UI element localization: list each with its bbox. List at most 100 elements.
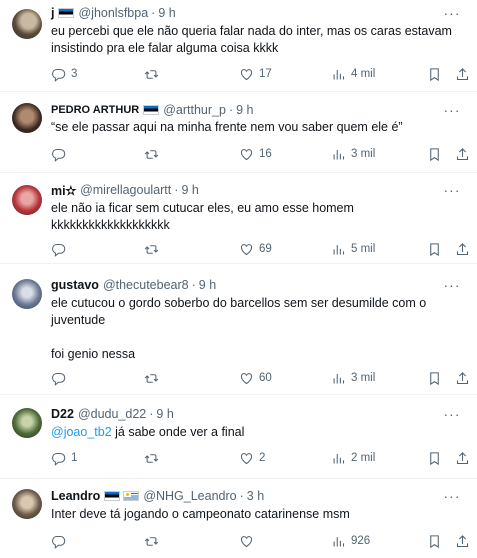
reply-icon xyxy=(51,147,66,162)
reply-button[interactable] xyxy=(51,533,66,549)
user-handle[interactable]: @thecutebear8 xyxy=(103,278,189,292)
display-name[interactable]: gustavo xyxy=(51,278,99,292)
like-count: 17 xyxy=(259,68,272,80)
bookmark-button[interactable] xyxy=(427,66,442,82)
share-button[interactable] xyxy=(455,66,470,82)
mention-link[interactable]: @joao_tb2 xyxy=(51,425,112,439)
timestamp[interactable]: 3 h xyxy=(247,489,264,503)
avatar[interactable] xyxy=(12,103,42,133)
tweet-text: Inter deve tá jogando o campeonato catar… xyxy=(51,507,350,521)
retweet-icon xyxy=(144,451,159,466)
like-button[interactable]: 16 xyxy=(239,146,272,162)
retweet-icon xyxy=(144,242,159,257)
reply-button[interactable] xyxy=(51,370,66,386)
bookmark-button[interactable] xyxy=(427,370,442,386)
user-handle[interactable]: @artthur_p xyxy=(163,103,226,117)
timestamp[interactable]: 9 h xyxy=(156,407,173,421)
display-name[interactable]: Leandro xyxy=(51,489,100,503)
tweet[interactable]: mi✫ @mirellagoulartt · 9 h ··· ele não i… xyxy=(0,173,477,264)
views-chart-icon xyxy=(331,147,346,162)
avatar[interactable] xyxy=(12,489,42,519)
share-button[interactable] xyxy=(455,146,470,162)
share-button[interactable] xyxy=(455,370,470,386)
reply-icon xyxy=(51,451,66,466)
avatar[interactable] xyxy=(12,279,42,309)
like-button[interactable] xyxy=(239,533,254,549)
display-name[interactable]: j xyxy=(51,6,54,20)
view-count: 4 mil xyxy=(351,68,376,80)
avatar[interactable] xyxy=(12,185,42,215)
more-options-icon[interactable]: ··· xyxy=(442,489,462,507)
tweet-header: D22 @dudu_d22 · 9 h xyxy=(51,406,437,422)
views-button[interactable]: 4 mil xyxy=(331,66,375,82)
views-button[interactable]: 5 mil xyxy=(331,241,375,257)
display-name[interactable]: D22 xyxy=(51,407,74,421)
tweet-header: PEDRO ARTHUR @artthur_p · 9 h xyxy=(51,102,437,118)
display-name[interactable]: PEDRO ARTHUR xyxy=(51,104,139,116)
more-options-icon[interactable]: ··· xyxy=(442,6,462,24)
reply-icon xyxy=(51,371,66,386)
retweet-button[interactable] xyxy=(144,370,159,386)
retweet-button[interactable] xyxy=(144,533,159,549)
share-icon xyxy=(455,147,470,162)
reply-button[interactable] xyxy=(51,241,66,257)
tweet[interactable]: PEDRO ARTHUR @artthur_p · 9 h ··· “se el… xyxy=(0,92,477,173)
like-button[interactable]: 17 xyxy=(239,66,272,82)
retweet-icon xyxy=(144,371,159,386)
bookmark-button[interactable] xyxy=(427,450,442,466)
share-button[interactable] xyxy=(455,533,470,549)
tweet[interactable]: j @jhonlsfbpa · 9 h ··· eu percebi que e… xyxy=(0,0,477,92)
retweet-button[interactable] xyxy=(144,146,159,162)
avatar[interactable] xyxy=(12,408,42,438)
more-options-icon[interactable]: ··· xyxy=(442,278,462,296)
timestamp[interactable]: 9 h xyxy=(199,278,216,292)
separator: · xyxy=(151,6,156,20)
retweet-icon xyxy=(144,147,159,162)
like-button[interactable]: 60 xyxy=(239,370,272,386)
user-handle[interactable]: @jhonlsfbpa xyxy=(78,6,148,20)
user-handle[interactable]: @mirellagoulartt xyxy=(80,183,171,197)
more-options-icon[interactable]: ··· xyxy=(442,407,462,425)
display-name[interactable]: mi✫ xyxy=(51,183,76,198)
more-options-icon[interactable]: ··· xyxy=(442,183,462,201)
retweet-button[interactable] xyxy=(144,241,159,257)
estonia-flag-icon xyxy=(58,8,75,18)
reply-count: 3 xyxy=(71,68,78,80)
bookmark-icon xyxy=(427,371,442,386)
heart-icon xyxy=(239,242,254,257)
views-button[interactable]: 3 mil xyxy=(331,370,375,386)
share-button[interactable] xyxy=(455,450,470,466)
like-count: 60 xyxy=(259,372,272,384)
timestamp[interactable]: 9 h xyxy=(236,103,253,117)
user-handle[interactable]: @dudu_d22 xyxy=(78,407,146,421)
like-button[interactable]: 69 xyxy=(239,241,272,257)
bookmark-button[interactable] xyxy=(427,533,442,549)
bookmark-icon xyxy=(427,147,442,162)
retweet-button[interactable] xyxy=(144,66,159,82)
tweet[interactable]: Leandro @NHG_Leandro · 3 h ··· Inter dev… xyxy=(0,479,477,558)
share-button[interactable] xyxy=(455,241,470,257)
reply-button[interactable] xyxy=(51,146,66,162)
user-handle[interactable]: @NHG_Leandro xyxy=(143,489,236,503)
views-button[interactable]: 926 xyxy=(331,533,370,549)
reply-button[interactable]: 1 xyxy=(51,450,77,466)
action-bar: 1 2 2 mil xyxy=(51,450,471,466)
view-count: 926 xyxy=(351,535,371,547)
uruguay-flag-icon xyxy=(123,491,140,501)
like-button[interactable]: 2 xyxy=(239,450,265,466)
bookmark-button[interactable] xyxy=(427,241,442,257)
tweet[interactable]: gustavo @thecutebear8 · 9 h ··· ele cutu… xyxy=(0,264,477,395)
avatar[interactable] xyxy=(12,9,42,39)
retweet-button[interactable] xyxy=(144,450,159,466)
separator: · xyxy=(239,489,244,503)
heart-icon xyxy=(239,451,254,466)
tweet[interactable]: D22 @dudu_d22 · 9 h ··· @joao_tb2 já sab… xyxy=(0,395,477,479)
views-button[interactable]: 2 mil xyxy=(331,450,375,466)
estonia-flag-icon xyxy=(143,105,160,115)
bookmark-button[interactable] xyxy=(427,146,442,162)
reply-button[interactable]: 3 xyxy=(51,66,77,82)
timestamp[interactable]: 9 h xyxy=(158,6,175,20)
views-button[interactable]: 3 mil xyxy=(331,146,375,162)
timestamp[interactable]: 9 h xyxy=(181,183,198,197)
bookmark-icon xyxy=(427,534,442,549)
